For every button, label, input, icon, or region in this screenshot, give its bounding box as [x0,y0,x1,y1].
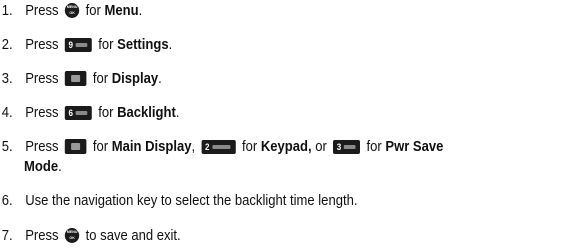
step-number: 2. [1,37,13,53]
step-7: 7. Press to save and exit. [0,227,181,246]
step-5: 5. Press for Main Display, 2 for Keypad,… [0,138,443,157]
step-period: . [138,3,143,19]
step-number: 1. [1,3,13,19]
step-1: 1. Press for Menu. [0,2,142,21]
step-for-text: for [366,139,382,155]
step-for-text: for [98,105,114,121]
step-for-text: for [92,71,109,87]
left-soft-key-icon [64,139,87,154]
step-number: 3. [1,71,13,87]
step-text: to save and exit. [85,228,181,244]
step-for-text: for [98,37,114,53]
key-6-icon: 6 [64,106,92,120]
step-press-text: Press [25,71,59,87]
step-target: Keypad, [260,139,312,155]
step-press-text: Press [25,228,59,244]
step-number: 6. [1,193,13,209]
step-or-text: or [315,139,327,155]
step-press-text: Press [25,139,59,155]
step-target: Main Display [111,139,192,155]
step-for-text: for [92,139,109,155]
step-comma: , [191,139,196,155]
step-3: 3. Press for Display. [0,70,162,89]
key-9-icon: 9 [64,38,92,52]
step-5-continuation: Mode. [24,158,62,177]
step-4: 4. Press 6 for Backlight. [0,104,180,123]
step-target: Display [111,71,159,87]
step-number: 5. [1,139,13,155]
step-6: 6. Use the navigation key to select the … [0,192,358,211]
step-press-text: Press [25,3,59,19]
key-2-icon: 2 [201,140,236,154]
step-period: . [58,159,62,175]
menu-ok-key-icon [64,3,80,18]
step-text: Use the navigation key to select the bac… [25,193,358,209]
step-press-text: Press [25,37,59,53]
key-3-icon: 3 [333,140,361,154]
step-target: Pwr Save [385,139,444,155]
step-target: Backlight [117,105,176,121]
step-number: 7. [1,228,13,244]
step-target: Settings [117,37,169,53]
step-period: . [168,37,173,53]
step-press-text: Press [25,105,59,121]
menu-ok-key-icon [64,228,80,243]
step-for-text: for [241,139,258,155]
step-period: . [158,71,162,87]
step-period: . [175,105,180,121]
left-soft-key-icon [64,71,87,86]
step-2: 2. Press 9 for Settings. [0,36,172,55]
step-for-text: for [85,3,101,19]
step-number: 4. [1,105,13,121]
step-target: Mode [24,159,59,175]
step-target: Menu [104,3,139,19]
